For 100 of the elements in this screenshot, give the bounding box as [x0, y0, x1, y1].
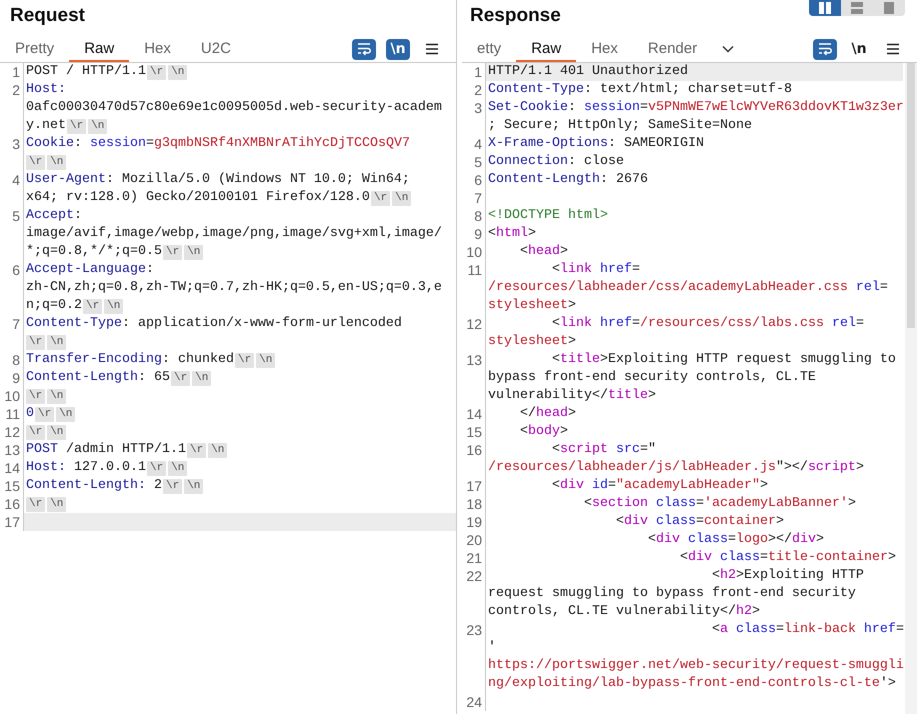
line-number: 13: [462, 351, 486, 405]
code-text: <a class=link-back href=: [710, 621, 904, 639]
line-number: 6: [462, 171, 486, 189]
menu-icon: [425, 43, 439, 55]
code-text: Content-Type: text/html; charset=utf-8: [488, 81, 792, 99]
line-ending-badge: \r: [146, 460, 166, 476]
line-ending-badge: \r: [26, 154, 46, 170]
code-text: Host: 127.0.0.1: [26, 459, 146, 477]
tab[interactable]: Pretty: [0, 36, 70, 62]
code-text: request smuggling to bypass front-end security: [488, 585, 856, 603]
code-text: Content-Length: 2676: [488, 171, 648, 189]
line-number: 24: [462, 693, 486, 711]
line-number: 4: [462, 135, 486, 153]
line-number: 13: [0, 441, 24, 459]
code-text: ': [488, 639, 496, 657]
line-number: 23: [462, 621, 486, 693]
line-number: 21: [462, 549, 486, 567]
line-number: 1: [0, 63, 24, 81]
line-ending-badge: \r: [162, 478, 182, 494]
line-number: 12: [0, 423, 24, 441]
line-ending-badge: \n: [47, 388, 66, 404]
line-ending-badge: \n: [56, 406, 76, 422]
layout-button[interactable]: [809, 0, 841, 16]
chevron-down-icon: [722, 45, 734, 53]
newline-button[interactable]: \n: [847, 38, 871, 60]
code-text: y.net: [26, 117, 66, 135]
line-number: 12: [462, 315, 486, 351]
code-text: /resources/labheader/css/academyLabHeader.css rel=: [488, 279, 888, 297]
line-number: 14: [0, 459, 24, 477]
code-text: <!DOCTYPE html>: [488, 207, 608, 225]
panel-title: Request: [9, 4, 86, 27]
code-text: stylesheet>: [488, 333, 576, 351]
line-ending-badge: \r: [35, 406, 54, 422]
line-number: 16: [462, 441, 486, 477]
code-text: <head>: [518, 243, 568, 261]
code-text: POST / HTTP/1.1: [26, 63, 146, 81]
line-number: 17: [462, 477, 486, 495]
code-text: bypass front-end security controls, CL.TE: [488, 369, 816, 387]
wrap-button[interactable]: [352, 38, 376, 60]
tab[interactable]: Render: [632, 36, 712, 62]
line-ending-badge: \n: [392, 190, 412, 206]
tab[interactable]: U2C: [186, 36, 246, 62]
line-number: 10: [0, 387, 24, 405]
line-ending-badge: \n: [184, 478, 204, 494]
line-number: 8: [0, 351, 24, 369]
wrap-lines-icon: [817, 42, 833, 56]
code-text: Cookie: session=g3qmbNSRf4nXMBNrATihYcDjTCCOsQV7: [26, 135, 410, 153]
line-ending-badge: \n: [47, 334, 66, 350]
line-ending-badge: \r: [26, 334, 46, 350]
code-text: X-Frame-Options: SAMEORIGIN: [488, 135, 704, 153]
code-text: Set-Cookie: session=v5PNmWE7wElcWYVeR63ddovKT1w3z3er: [488, 99, 904, 117]
code-text: <link href=: [550, 261, 640, 279]
line-number: 7: [0, 315, 24, 351]
code-text: </head>: [518, 405, 576, 423]
line-number: 14: [462, 405, 486, 423]
line-ending-badge: \r: [67, 118, 86, 134]
code-text: POST /admin HTTP/1.1: [26, 441, 186, 459]
code-text: x64; rv:128.0) Gecko/20100101 Firefox/128.0: [26, 189, 370, 207]
code-text: https://portswigger.net/web-security/request-smuggli: [488, 657, 904, 675]
code-text: <div class=container>: [614, 513, 784, 531]
line-ending-badge: \n: [47, 424, 66, 440]
code-text: <h2>Exploiting HTTP: [710, 567, 864, 585]
line-number: 7: [462, 189, 486, 207]
square-icon: [882, 2, 896, 14]
code-text: stylesheet>: [488, 297, 576, 315]
line-ending-badge: \r: [26, 388, 46, 404]
line-number: 6: [0, 261, 24, 315]
line-ending-badge: \n: [88, 118, 108, 134]
wrap-button[interactable]: [813, 38, 837, 60]
code-text: User-Agent: Mozilla/5.0 (Windows NT 10.0; Win64;: [26, 171, 410, 189]
line-ending-badge: \r: [26, 424, 46, 440]
line-ending-badge: \n: [208, 442, 228, 458]
tab[interactable]: etty: [462, 36, 516, 62]
code-text: <title>Exploiting HTTP request smuggling to: [550, 351, 896, 369]
newline-button[interactable]: \n: [386, 38, 410, 60]
line-number: 10: [462, 243, 486, 261]
code-text: ng/exploiting/lab-bypass-front-end-controls-cl-te'>: [488, 675, 896, 693]
line-number: 5: [462, 153, 486, 171]
code-text: Content-Length: 2: [26, 477, 162, 495]
line-ending-badge: \r: [83, 298, 102, 314]
scrollbar-thumb[interactable]: [907, 63, 915, 328]
code-text: Accept:: [26, 207, 82, 225]
line-number: 3: [0, 135, 24, 171]
tab[interactable]: Raw: [69, 36, 130, 62]
line-ending-badge: \r: [26, 496, 46, 512]
code-text: Content-Length: 65: [26, 369, 170, 387]
code-text: zh-CN,zh;q=0.8,zh-TW;q=0.7,zh-HK;q=0.5,en-US;q=0.3,e: [26, 279, 442, 297]
code-text: <body>: [518, 423, 568, 441]
line-ending-badge: \r: [146, 64, 166, 80]
code-text: *;q=0.8,*/*;q=0.5: [26, 243, 162, 261]
code-text: <script src=": [550, 441, 656, 459]
rows-icon: [850, 2, 864, 14]
tab[interactable]: Hex: [129, 36, 186, 62]
line-number: 2: [462, 81, 486, 99]
code-text: image/avif,image/webp,image/png,image/svg+xml,image/: [26, 225, 442, 243]
line-ending-badge: \n: [47, 496, 66, 512]
line-ending-badge: \n: [184, 244, 204, 260]
line-number: 9: [0, 369, 24, 387]
code-text: controls, CL.TE vulnerability</h2>: [488, 603, 760, 621]
tab[interactable]: Hex: [576, 36, 633, 62]
